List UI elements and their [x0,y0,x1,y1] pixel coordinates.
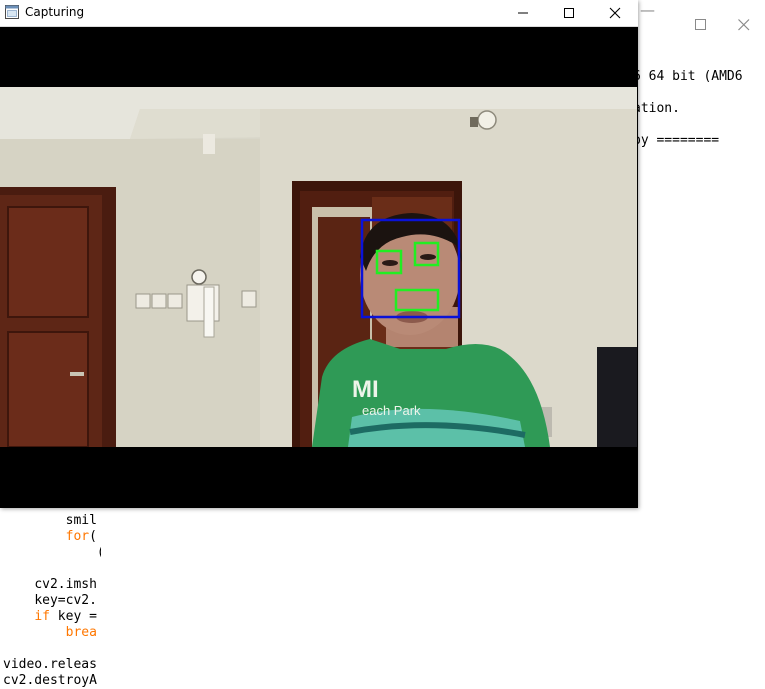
close-button[interactable] [592,0,638,26]
shell-output-line: 6 64 bit (AMD6 [633,69,743,84]
minimize-icon [518,12,528,14]
code-line: video.releas [3,657,97,672]
capturing-titlebar[interactable]: Capturing [0,0,638,27]
code-line: ( [3,545,105,561]
close-icon [738,19,750,31]
shell-output-line: py ======== [633,133,720,148]
maximize-icon [564,8,574,18]
code-line: if key = [34,609,97,624]
window-title: Capturing [25,5,85,19]
shirt-print-text: MI [352,376,379,403]
code-line: brea [65,625,97,640]
capturing-window: Capturing MI each Park [0,0,638,508]
app-window-icon [5,5,19,19]
shell-close-button[interactable] [738,18,750,34]
code-line: cv2.imsh [34,577,97,592]
left-door [0,187,116,447]
maximize-icon [695,19,706,30]
shirt-print-text: each Park [362,403,421,418]
webcam-frame: MI each Park [0,87,637,447]
video-canvas: MI each Park [0,27,638,508]
close-icon [609,7,621,19]
shell-minimize-button[interactable]: — [640,2,655,18]
shell-maximize-button[interactable] [695,18,707,34]
maximize-button[interactable] [546,0,592,26]
code-line: for( [65,529,97,544]
code-line: smil [65,513,97,528]
shell-output-line: ation. [633,101,680,116]
code-line: key=cv2. [34,593,97,608]
minimize-button[interactable] [500,0,546,26]
